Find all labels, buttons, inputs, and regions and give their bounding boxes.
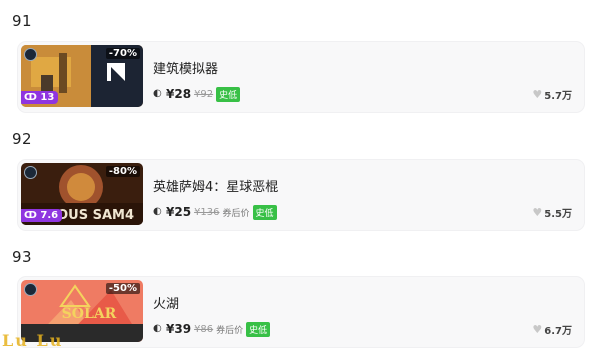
likes-count: 5.7万 <box>544 91 572 102</box>
game-title[interactable]: 英雄萨姆4：星球恶棍 <box>153 176 278 195</box>
likes[interactable]: ♥ 6.7万 <box>532 322 572 337</box>
current-price: ¥25 <box>166 205 192 219</box>
game-title[interactable]: 建筑模拟器 <box>153 58 218 77</box>
game-card[interactable]: -70% ↀ 13 建筑模拟器 ◐ ¥28 ¥92 史低 ♥ 5.7万 <box>18 42 584 112</box>
price-row: ◐ ¥39 ¥86 券后价 史低 <box>153 321 271 337</box>
game-card[interactable]: SERIOUS SAM4 -80% ↀ 7.6 英雄萨姆4：星球恶棍 ◐ ¥25… <box>18 160 584 230</box>
price-row: ◐ ¥25 ¥136 券后价 史低 <box>153 204 277 220</box>
heart-icon: ♥ <box>532 323 543 336</box>
low-price-tag: 史低 <box>252 204 277 220</box>
likes[interactable]: ♥ 5.5万 <box>532 205 572 220</box>
platform-badge: ↀ 13 <box>21 91 59 104</box>
coupon-note: 券后价 <box>222 208 250 219</box>
steam-icon <box>24 283 37 296</box>
current-price: ¥39 <box>166 322 192 336</box>
original-price: ¥92 <box>194 88 214 100</box>
rank-number: 91 <box>12 12 33 30</box>
game-thumbnail[interactable]: -70% ↀ 13 <box>21 45 143 107</box>
rank-number: 93 <box>12 248 33 266</box>
heart-icon: ♥ <box>532 88 543 101</box>
game-card[interactable]: SOLAR -50% 火湖 ◐ ¥39 ¥86 券后价 史低 ♥ 6.7万 <box>18 277 584 347</box>
price-row: ◐ ¥28 ¥92 史低 <box>153 86 241 102</box>
heart-icon: ♥ <box>532 206 543 219</box>
steam-icon <box>24 48 37 61</box>
original-price: ¥86 <box>194 323 214 335</box>
low-price-tag: 史低 <box>216 86 241 102</box>
low-price-tag: 史低 <box>246 321 271 337</box>
wallet-icon: ◐ <box>153 206 162 217</box>
discount-badge: -50% <box>105 283 140 294</box>
original-price: ¥136 <box>194 206 220 218</box>
platform-badge: ↀ 7.6 <box>21 209 63 222</box>
likes-count: 6.7万 <box>544 326 572 337</box>
discount-badge: -70% <box>105 48 140 59</box>
likes-count: 5.5万 <box>544 209 572 220</box>
discount-badge: -80% <box>105 166 140 177</box>
game-title[interactable]: 火湖 <box>153 293 179 312</box>
coupon-note: 券后价 <box>216 325 244 336</box>
likes[interactable]: ♥ 5.7万 <box>532 87 572 102</box>
svg-text:SOLAR: SOLAR <box>62 306 117 322</box>
watermark: Lu Lu <box>2 331 64 350</box>
current-price: ¥28 <box>166 87 192 101</box>
steam-icon <box>24 166 37 179</box>
wallet-icon: ◐ <box>153 88 162 99</box>
wallet-icon: ◐ <box>153 323 162 334</box>
rank-number: 92 <box>12 130 33 148</box>
game-thumbnail[interactable]: SERIOUS SAM4 -80% ↀ 7.6 <box>21 163 143 225</box>
